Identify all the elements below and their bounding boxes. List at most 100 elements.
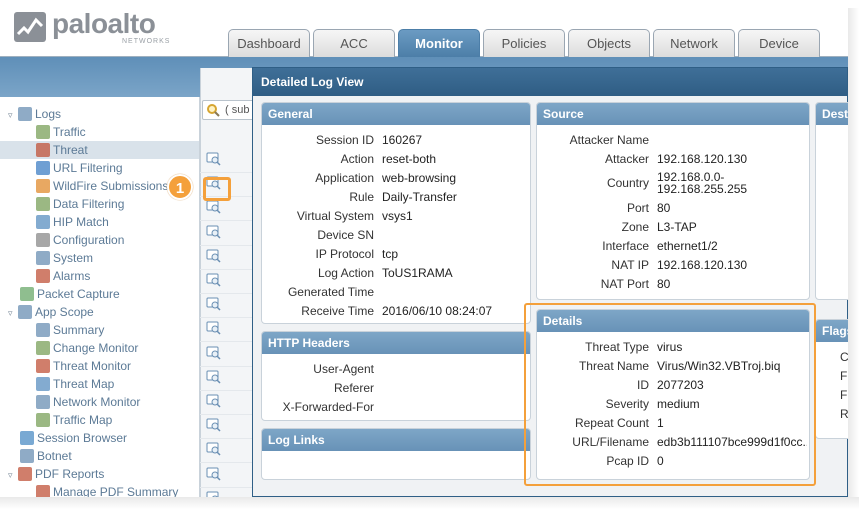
log-row-divider bbox=[200, 462, 255, 464]
sidebar-item-label: Summary bbox=[53, 323, 105, 337]
log-detail-icon[interactable] bbox=[206, 200, 222, 214]
sidebar-item-label: Network Monitor bbox=[53, 395, 141, 409]
log-detail-icon[interactable] bbox=[206, 346, 222, 360]
sidebar-item-app-scope[interactable]: ▿ App Scope bbox=[0, 303, 199, 321]
source-row: Zone L3-TAP bbox=[537, 218, 809, 237]
brand-logo: paloalto NETWORKS bbox=[14, 8, 169, 50]
sidebar-item-system[interactable]: System bbox=[0, 249, 199, 267]
log-detail-icon[interactable] bbox=[206, 394, 222, 408]
tab-acc[interactable]: ACC bbox=[313, 29, 395, 57]
callout-badge: 1 bbox=[167, 174, 193, 200]
general-field-label: Action bbox=[340, 152, 374, 166]
sidebar-item-session-browser[interactable]: Session Browser bbox=[0, 429, 199, 447]
wildfire-icon bbox=[36, 179, 50, 193]
source-field-value-2: 192.168.255.255 bbox=[657, 182, 748, 196]
log-row-divider bbox=[200, 268, 255, 270]
sidebar-item-botnet[interactable]: Botnet bbox=[0, 447, 199, 465]
sidebar-item-traffic-map[interactable]: Traffic Map bbox=[0, 411, 199, 429]
tab-objects[interactable]: Objects bbox=[568, 29, 650, 57]
log-threat-icon bbox=[36, 143, 50, 157]
sidebar-item-label: Traffic bbox=[53, 125, 86, 139]
details-highlight-frame bbox=[524, 303, 816, 486]
source-field-label: Zone bbox=[621, 220, 649, 234]
system-icon bbox=[36, 251, 50, 265]
sidebar-item-label: Threat bbox=[53, 143, 88, 157]
sidebar-item-alarms[interactable]: Alarms bbox=[0, 267, 199, 285]
general-field-label: Rule bbox=[349, 190, 374, 204]
sidebar-item-configuration[interactable]: Configuration bbox=[0, 231, 199, 249]
sidebar-item-label: Threat Map bbox=[53, 377, 115, 391]
log-row-divider bbox=[200, 341, 255, 343]
log-detail-icon[interactable] bbox=[206, 467, 222, 481]
flag-label: F bbox=[840, 369, 848, 383]
sidebar-item-change-monitor[interactable]: Change Monitor bbox=[0, 339, 199, 357]
log-row-divider bbox=[200, 172, 255, 173]
top-bar: paloalto NETWORKS Dashboard ACC Monitor … bbox=[0, 0, 848, 57]
tab-dashboard[interactable]: Dashboard bbox=[228, 29, 310, 57]
log-detail-icon[interactable] bbox=[206, 249, 222, 263]
source-field-value: L3-TAP bbox=[657, 220, 697, 234]
sidebar-item-hip-match[interactable]: HIP Match bbox=[0, 213, 199, 231]
window-shadow-right bbox=[848, 8, 859, 508]
source-field-label: Attacker Name bbox=[569, 133, 649, 147]
general-field-label: IP Protocol bbox=[315, 247, 374, 261]
general-row: Virtual System vsys1 bbox=[262, 207, 530, 226]
log-detail-icon[interactable] bbox=[206, 321, 222, 335]
sidebar-item-packet-capture[interactable]: Packet Capture bbox=[0, 285, 199, 303]
search-icon bbox=[207, 104, 220, 117]
tab-policies[interactable]: Policies bbox=[483, 29, 565, 57]
dialog-title: Detailed Log View bbox=[253, 68, 847, 96]
url-filtering-icon bbox=[36, 161, 50, 175]
brand-subtitle: NETWORKS bbox=[122, 38, 171, 45]
source-field-label: NAT Port bbox=[600, 277, 649, 291]
expand-toggle-icon[interactable]: ▿ bbox=[8, 106, 18, 124]
http_headers-field-label: X-Forwarded-For bbox=[282, 400, 374, 414]
log-detail-icon[interactable] bbox=[206, 370, 222, 384]
general-field-value: vsys1 bbox=[382, 209, 413, 223]
general-row: IP Protocol tcp bbox=[262, 245, 530, 264]
sidebar-item-data-filtering[interactable]: Data Filtering bbox=[0, 195, 199, 213]
source-row: Country 192.168.0.0- 192.168.255.255 bbox=[537, 169, 809, 199]
source-field-label: NAT IP bbox=[611, 258, 649, 272]
expand-toggle-icon[interactable]: ▿ bbox=[8, 466, 18, 484]
sidebar-item-logs[interactable]: ▿ Logs bbox=[0, 105, 199, 123]
tab-network[interactable]: Network bbox=[653, 29, 735, 57]
expand-toggle-icon[interactable]: ▿ bbox=[8, 304, 18, 322]
sidebar-item-url-filtering[interactable]: URL Filtering bbox=[0, 159, 199, 177]
tab-device[interactable]: Device bbox=[738, 29, 820, 57]
general-row: Rule Daily-Transfer bbox=[262, 188, 530, 207]
log-row-divider bbox=[200, 486, 255, 488]
threat-map-icon bbox=[36, 377, 50, 391]
log-detail-icon[interactable] bbox=[206, 225, 222, 239]
sidebar-item-pdf-reports[interactable]: ▿ PDF Reports bbox=[0, 465, 199, 483]
network-monitor-icon bbox=[36, 395, 50, 409]
flag-label: F bbox=[840, 388, 848, 402]
log-row-divider bbox=[200, 220, 255, 222]
change-monitor-icon bbox=[36, 341, 50, 355]
app-window: paloalto NETWORKS Dashboard ACC Monitor … bbox=[0, 0, 859, 509]
sidebar-item-threat-monitor[interactable]: Threat Monitor bbox=[0, 357, 199, 375]
source-row: Attacker 192.168.120.130 bbox=[537, 150, 809, 169]
sidebar-item-threat-map[interactable]: Threat Map bbox=[0, 375, 199, 393]
brand-name: paloalto bbox=[52, 8, 156, 39]
log-row-divider bbox=[200, 365, 255, 367]
log-detail-icon[interactable] bbox=[206, 152, 222, 166]
source-field-label: Port bbox=[626, 201, 649, 215]
log-detail-icon[interactable] bbox=[206, 418, 222, 432]
log-detail-icon[interactable] bbox=[206, 273, 222, 287]
logs-icon bbox=[18, 107, 32, 121]
sidebar-item-threat[interactable]: Threat bbox=[0, 141, 199, 159]
hip-match-icon bbox=[36, 215, 50, 229]
sidebar-item-network-monitor[interactable]: Network Monitor bbox=[0, 393, 199, 411]
tab-monitor[interactable]: Monitor bbox=[398, 29, 480, 57]
sidebar-item-summary[interactable]: Summary bbox=[0, 321, 199, 339]
general-field-label: Receive Time bbox=[301, 304, 374, 318]
sidebar-item-label: Change Monitor bbox=[53, 341, 139, 355]
sidebar-item-traffic[interactable]: Traffic bbox=[0, 123, 199, 141]
source-row: Attacker Name bbox=[537, 131, 809, 150]
source-field-value: ethernet1/2 bbox=[657, 239, 718, 253]
log-detail-icon[interactable] bbox=[206, 297, 222, 311]
http_headers-field-label: Referer bbox=[333, 381, 374, 395]
log-detail-icon[interactable] bbox=[206, 442, 222, 456]
sidebar-item-label: Configuration bbox=[53, 233, 125, 247]
